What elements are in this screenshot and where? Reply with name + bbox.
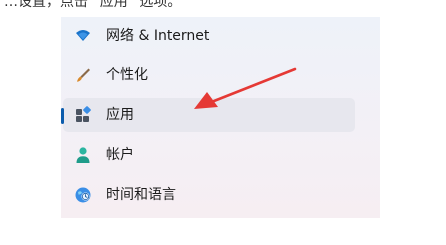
nav-label-accounts: 帐户 (106, 147, 134, 163)
nav-label-time-language: 时间和语言 (106, 187, 176, 203)
wifi-icon (76, 30, 90, 41)
apps-icon (76, 106, 91, 122)
nav-label-apps: 应用 (106, 107, 134, 123)
paintbrush-icon (77, 68, 90, 82)
nav-label-personalization: 个性化 (106, 67, 148, 83)
partial-instruction-text: …设置，点击 “应用” 选项。 (4, 0, 182, 10)
globe-clock-icon (75, 187, 91, 203)
nav-item-personalization[interactable]: 个性化 (63, 58, 355, 92)
nav-item-apps[interactable]: 应用 (61, 98, 355, 132)
person-icon (76, 147, 90, 163)
nav-label-network-internet: 网络 & Internet (106, 28, 210, 44)
nav-item-network-internet[interactable]: 网络 & Internet (63, 19, 355, 53)
nav-item-time-language[interactable]: 时间和语言 (63, 178, 355, 212)
selection-indicator (61, 108, 64, 124)
nav-item-accounts[interactable]: 帐户 (63, 138, 355, 172)
